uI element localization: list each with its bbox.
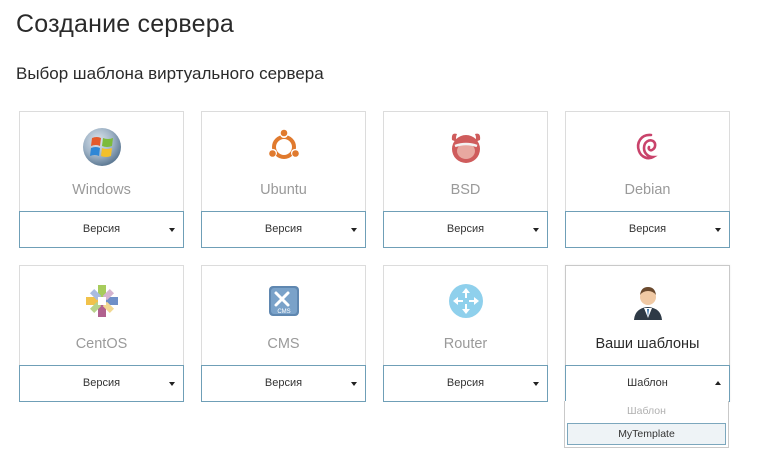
template-card-custom[interactable]: Ваши шаблоны Шаблон (565, 265, 730, 402)
caret-down-icon (169, 228, 175, 232)
select-label: Версия (82, 377, 121, 389)
template-select[interactable]: Шаблон (565, 365, 730, 402)
caret-down-icon (715, 228, 721, 232)
template-card-windows[interactable]: Windows Версия (19, 111, 184, 248)
template-card-ubuntu[interactable]: Ubuntu Версия (201, 111, 366, 248)
caret-down-icon (533, 382, 539, 386)
template-card-cms[interactable]: CMS CMS Версия (201, 265, 366, 402)
debian-icon (627, 126, 669, 168)
version-select[interactable]: Версия (201, 365, 366, 402)
caret-down-icon (533, 228, 539, 232)
card-name: BSD (450, 182, 481, 198)
select-label: Шаблон (627, 377, 668, 389)
template-card-debian[interactable]: Debian Версия (565, 111, 730, 248)
template-card-bsd[interactable]: BSD Версия (383, 111, 548, 248)
caret-down-icon (351, 382, 357, 386)
dropdown-header: Шаблон (627, 405, 666, 417)
card-name: Ubuntu (260, 182, 307, 198)
version-select[interactable]: Версия (201, 211, 366, 248)
select-label: Версия (446, 377, 485, 389)
card-name: CMS (267, 336, 300, 352)
ubuntu-icon (263, 126, 305, 168)
version-select[interactable]: Версия (565, 211, 730, 248)
template-card-router[interactable]: Router Версия (383, 265, 548, 402)
user-icon (627, 280, 669, 322)
select-label: Версия (82, 223, 121, 235)
select-label: Версия (264, 377, 303, 389)
caret-down-icon (351, 228, 357, 232)
card-name: Router (443, 336, 488, 352)
windows-icon (81, 126, 123, 168)
caret-up-icon (715, 381, 721, 385)
svg-text:CMS: CMS (277, 309, 290, 315)
centos-icon (81, 280, 123, 322)
version-select[interactable]: Версия (19, 365, 184, 402)
template-card-centos[interactable]: CentOS Версия (19, 265, 184, 402)
router-icon (445, 280, 487, 322)
version-select[interactable]: Версия (383, 211, 548, 248)
section-title: Выбор шаблона виртуального сервера (16, 64, 324, 83)
version-select[interactable]: Версия (19, 211, 184, 248)
caret-down-icon (169, 382, 175, 386)
version-select[interactable]: Версия (383, 365, 548, 402)
card-name: CentOS (75, 336, 128, 352)
bsd-icon (445, 126, 487, 168)
card-name: Ваши шаблоны (595, 336, 700, 352)
select-label: Версия (446, 223, 485, 235)
card-name: Windows (72, 182, 131, 198)
card-name: Debian (624, 182, 671, 198)
select-label: Версия (264, 223, 303, 235)
template-dropdown: Шаблон MyTemplate (564, 401, 729, 448)
select-label: Версия (628, 223, 667, 235)
dropdown-option[interactable]: MyTemplate (567, 423, 726, 445)
page-title: Создание сервера (16, 10, 234, 38)
cms-icon: CMS (263, 280, 305, 322)
